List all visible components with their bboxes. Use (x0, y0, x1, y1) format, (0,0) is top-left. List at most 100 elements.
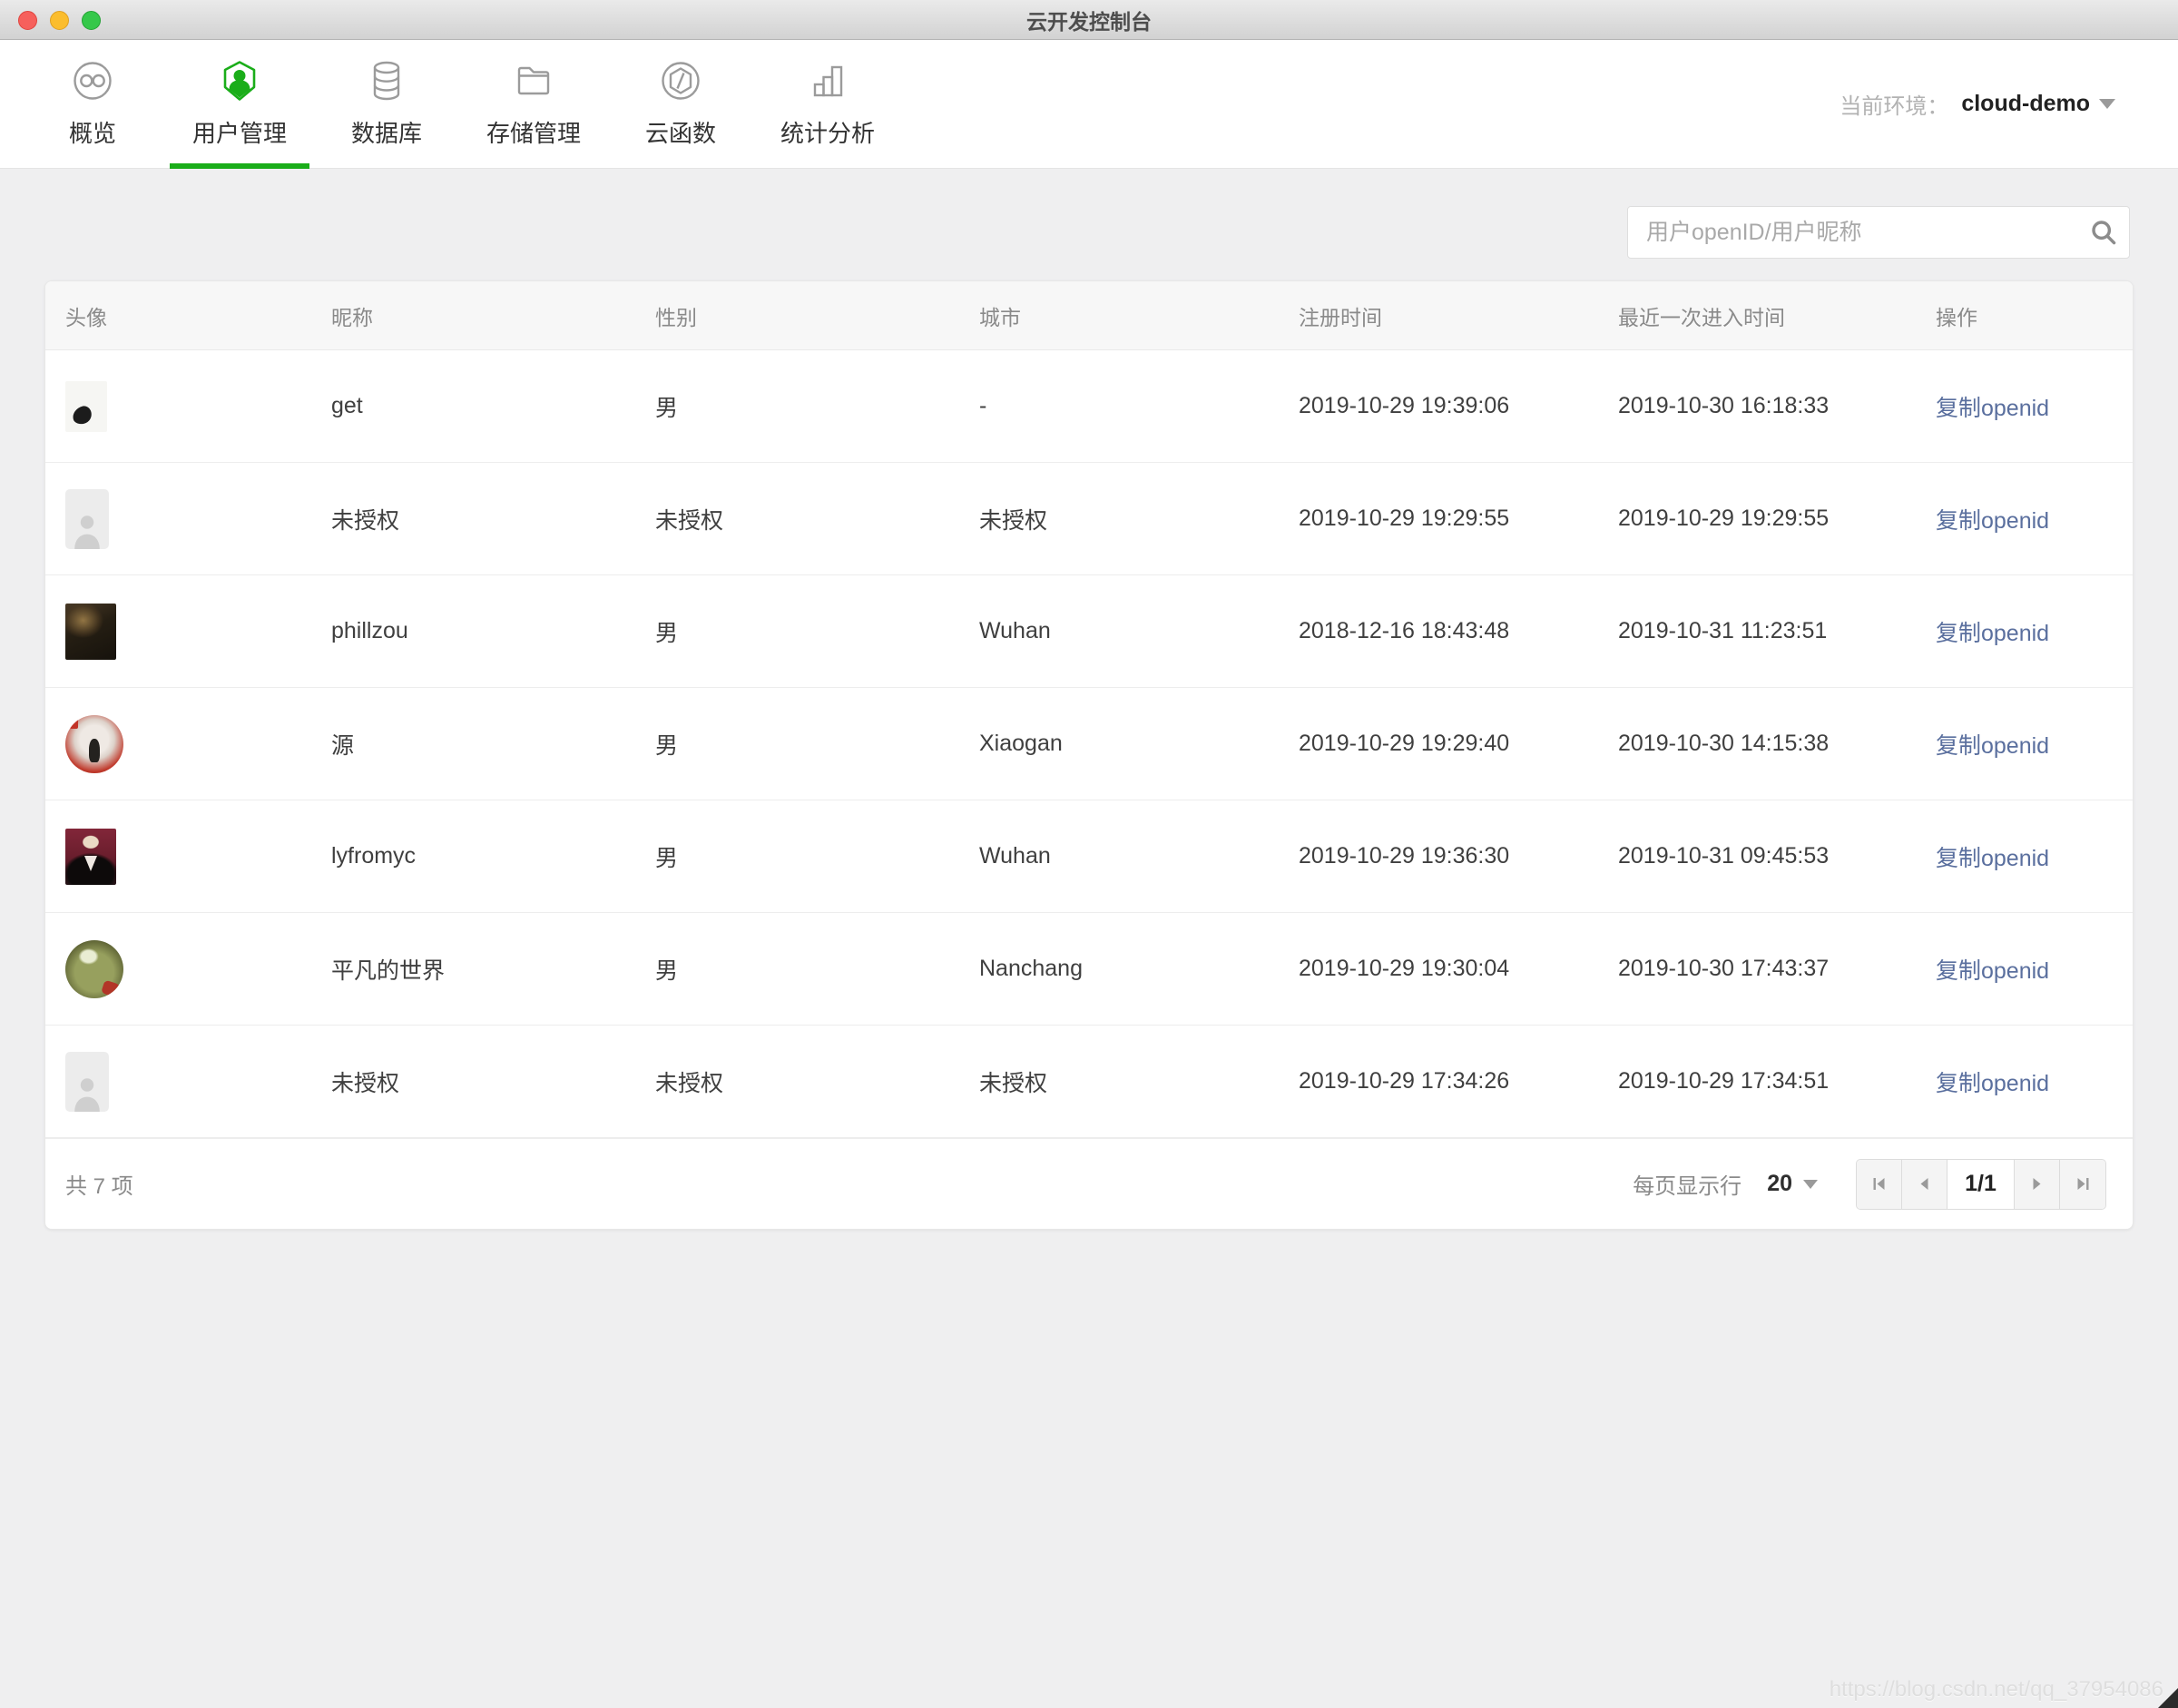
zoom-window-icon[interactable] (82, 11, 101, 30)
registered-cell: 2019-10-29 19:39:06 (1299, 393, 1510, 418)
search-input[interactable] (1628, 219, 2078, 246)
environment-value: cloud-demo (1961, 91, 2090, 116)
last-page-icon (2077, 1178, 2088, 1190)
copy-openid-link[interactable]: 复制openid (1936, 846, 2049, 871)
registered-cell: 2018-12-16 18:43:48 (1299, 618, 1510, 643)
city-cell: - (979, 393, 987, 418)
close-window-icon[interactable] (18, 11, 37, 30)
gender-cell: 男 (655, 957, 679, 984)
tab-cloud-functions[interactable]: 云函数 (607, 40, 754, 168)
table-row: 平凡的世界 男 Nanchang 2019-10-29 19:30:04 201… (45, 913, 2133, 1026)
column-header-gender: 性别 (655, 305, 697, 329)
per-page-label: 每页显示行 (1633, 1174, 1742, 1199)
tab-storage[interactable]: 存储管理 (460, 40, 607, 168)
environment-dropdown[interactable]: cloud-demo (1961, 91, 2115, 117)
column-header-avatar: 头像 (65, 305, 107, 329)
tab-label: 云函数 (644, 119, 716, 147)
next-page-icon (2033, 1178, 2041, 1190)
copy-openid-link[interactable]: 复制openid (1936, 958, 2049, 984)
per-page-value: 20 (1767, 1171, 1792, 1196)
gender-cell: 男 (655, 845, 679, 871)
search-button[interactable] (2078, 207, 2129, 258)
top-navbar: 概览 用户管理 数据库 存储管理 云函数 统计分析 当前环境： cloud-de… (0, 40, 2178, 169)
first-page-icon (1873, 1178, 1885, 1190)
user-avatar (65, 488, 109, 549)
nickname-cell: 源 (331, 732, 355, 759)
per-page-dropdown[interactable]: 20 (1767, 1171, 1818, 1197)
last-entry-cell: 2019-10-29 19:29:55 (1618, 506, 1830, 531)
column-header-actions: 操作 (1936, 305, 1977, 329)
tab-statistics[interactable]: 统计分析 (754, 40, 901, 168)
column-header-city: 城市 (979, 305, 1021, 329)
copy-openid-link[interactable]: 复制openid (1936, 508, 2049, 534)
window-title: 云开发控制台 (1026, 9, 1152, 34)
user-search (1627, 206, 2130, 259)
cloud-function-icon (662, 61, 700, 100)
tab-user-management[interactable]: 用户管理 (166, 40, 313, 169)
column-header-registered: 注册时间 (1299, 305, 1382, 329)
city-cell: 未授权 (979, 507, 1048, 534)
user-avatar (65, 603, 116, 660)
city-cell: Xiaogan (979, 731, 1063, 756)
first-page-button[interactable] (1857, 1159, 1902, 1209)
user-avatar (65, 380, 107, 432)
table-row: lyfromyc 男 Wuhan 2019-10-29 19:36:30 201… (45, 800, 2133, 913)
chevron-down-icon (2099, 99, 2115, 109)
column-header-nickname: 昵称 (331, 305, 373, 329)
registered-cell: 2019-10-29 19:30:04 (1299, 956, 1510, 981)
database-icon (373, 61, 400, 100)
table-row: 未授权 未授权 未授权 2019-10-29 17:34:26 2019-10-… (45, 1026, 2133, 1138)
user-avatar (65, 828, 116, 885)
registered-cell: 2019-10-29 17:34:26 (1299, 1068, 1510, 1094)
city-cell: Wuhan (979, 618, 1051, 643)
table-row: 源 男 Xiaogan 2019-10-29 19:29:40 2019-10-… (45, 688, 2133, 800)
tab-overview[interactable]: 概览 (19, 40, 166, 168)
user-avatar (65, 1051, 109, 1112)
last-entry-cell: 2019-10-30 16:18:33 (1618, 393, 1830, 418)
copy-openid-link[interactable]: 复制openid (1936, 396, 2049, 421)
user-avatar (65, 714, 123, 773)
copy-openid-link[interactable]: 复制openid (1936, 1071, 2049, 1096)
chevron-down-icon (1803, 1179, 1818, 1189)
gender-cell: 未授权 (655, 507, 724, 534)
table-row: get 男 - 2019-10-29 19:39:06 2019-10-30 1… (45, 350, 2133, 463)
nav-items: 概览 用户管理 数据库 存储管理 云函数 统计分析 (19, 40, 901, 169)
gender-cell: 男 (655, 732, 679, 759)
gender-cell: 男 (655, 620, 679, 646)
table-row: phillzou 男 Wuhan 2018-12-16 18:43:48 201… (45, 575, 2133, 688)
city-cell: Nanchang (979, 956, 1083, 981)
nickname-cell: lyfromyc (331, 843, 417, 869)
column-header-last-entry: 最近一次进入时间 (1618, 305, 1785, 329)
table-body: get 男 - 2019-10-29 19:39:06 2019-10-30 1… (45, 350, 2133, 1138)
copy-openid-link[interactable]: 复制openid (1936, 621, 2049, 646)
overview-icon (74, 61, 112, 100)
last-page-button[interactable] (2060, 1159, 2105, 1209)
table-header: 头像 昵称 性别 城市 注册时间 最近一次进入时间 操作 (45, 281, 2133, 350)
copy-openid-link[interactable]: 复制openid (1936, 733, 2049, 759)
minimize-window-icon[interactable] (50, 11, 69, 30)
last-entry-cell: 2019-10-30 14:15:38 (1618, 731, 1830, 756)
user-management-icon (223, 60, 256, 101)
statistics-icon (813, 65, 843, 96)
tab-database[interactable]: 数据库 (313, 40, 460, 168)
previous-page-icon (1920, 1178, 1928, 1190)
previous-page-button[interactable] (1902, 1159, 1947, 1209)
last-entry-cell: 2019-10-31 11:23:51 (1618, 618, 1828, 643)
tab-label: 概览 (68, 119, 116, 147)
total-count: 共 7 项 (65, 1174, 133, 1199)
tab-label: 用户管理 (191, 119, 287, 147)
tab-label: 统计分析 (780, 119, 875, 147)
watermark-text: https://blog.csdn.net/qq_37954086 (1829, 1677, 2163, 1702)
user-avatar (65, 939, 123, 998)
user-table-card: 头像 昵称 性别 城市 注册时间 最近一次进入时间 操作 get 男 - 201… (44, 280, 2134, 1230)
city-cell: 未授权 (979, 1070, 1048, 1096)
person-silhouette-icon (74, 1077, 100, 1112)
nickname-cell: 未授权 (331, 507, 400, 534)
next-page-button[interactable] (2015, 1159, 2060, 1209)
table-footer: 共 7 项 每页显示行 20 1/1 (45, 1138, 2133, 1229)
search-icon (2092, 221, 2116, 245)
last-entry-cell: 2019-10-29 17:34:51 (1618, 1068, 1830, 1094)
environment-label: 当前环境： (1840, 94, 1949, 119)
registered-cell: 2019-10-29 19:29:55 (1299, 506, 1510, 531)
city-cell: Wuhan (979, 843, 1051, 869)
